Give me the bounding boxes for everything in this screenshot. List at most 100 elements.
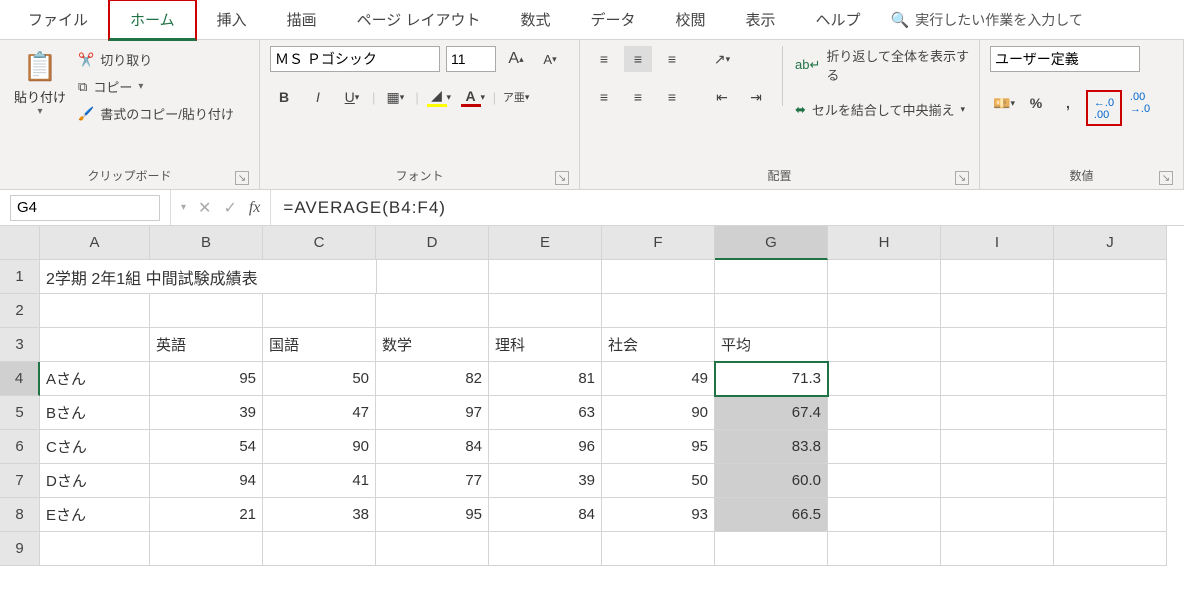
cancel-icon[interactable]: ✕ — [198, 198, 211, 218]
cell[interactable]: 数学 — [376, 328, 489, 362]
tab-page-layout[interactable]: ページ レイアウト — [337, 1, 501, 38]
cell[interactable]: 39 — [489, 464, 602, 498]
tab-file[interactable]: ファイル — [8, 1, 108, 38]
formula-dropdown-icon[interactable]: ▾ — [181, 202, 186, 213]
cell[interactable]: 96 — [489, 430, 602, 464]
cell[interactable]: 77 — [376, 464, 489, 498]
cell[interactable]: Dさん — [40, 464, 150, 498]
cell[interactable]: 47 — [263, 396, 376, 430]
cell[interactable]: 97 — [376, 396, 489, 430]
row-header[interactable]: 2 — [0, 294, 40, 328]
cell[interactable] — [1054, 328, 1167, 362]
tab-draw[interactable]: 描画 — [267, 1, 337, 38]
dialog-launcher-icon[interactable]: ↘ — [955, 171, 969, 185]
cell[interactable]: 38 — [263, 498, 376, 532]
cell[interactable] — [1054, 532, 1167, 566]
cell[interactable] — [941, 498, 1054, 532]
col-header-A[interactable]: A — [40, 226, 150, 260]
row-header[interactable]: 7 — [0, 464, 40, 498]
fill-color-button[interactable]: ◢▾ — [425, 84, 453, 110]
cell[interactable]: 21 — [150, 498, 263, 532]
decrease-indent-button[interactable]: ⇤ — [708, 84, 736, 110]
cell[interactable] — [602, 294, 715, 328]
cell[interactable]: Bさん — [40, 396, 150, 430]
col-header-I[interactable]: I — [941, 226, 1054, 260]
cell[interactable] — [941, 328, 1054, 362]
cell[interactable]: 社会 — [602, 328, 715, 362]
col-header-G[interactable]: G — [715, 226, 828, 260]
cell[interactable]: 81 — [489, 362, 602, 396]
cell[interactable] — [828, 362, 941, 396]
orientation-button[interactable]: ↗▾ — [708, 46, 736, 72]
enter-icon[interactable]: ✓ — [223, 198, 236, 218]
cell[interactable]: 93 — [602, 498, 715, 532]
col-header-E[interactable]: E — [489, 226, 602, 260]
cell[interactable]: 84 — [489, 498, 602, 532]
cell[interactable]: 94 — [150, 464, 263, 498]
cell[interactable] — [489, 532, 602, 566]
col-header-D[interactable]: D — [376, 226, 489, 260]
tab-view[interactable]: 表示 — [726, 1, 796, 38]
cell[interactable] — [828, 294, 941, 328]
cell[interactable] — [602, 532, 715, 566]
increase-indent-button[interactable]: ⇥ — [742, 84, 770, 110]
cell[interactable]: 英語 — [150, 328, 263, 362]
cell[interactable] — [715, 532, 828, 566]
col-header-B[interactable]: B — [150, 226, 263, 260]
cell[interactable]: 49 — [602, 362, 715, 396]
format-painter-button[interactable]: 🖌️ 書式のコピー/貼り付け — [78, 104, 234, 123]
tab-data[interactable]: データ — [571, 1, 656, 38]
cell[interactable] — [828, 396, 941, 430]
cell[interactable]: 95 — [150, 362, 263, 396]
cell[interactable] — [1054, 396, 1167, 430]
border-button[interactable]: ▦▾ — [381, 84, 409, 110]
cell[interactable]: 41 — [263, 464, 376, 498]
cell[interactable] — [40, 532, 150, 566]
cell[interactable] — [828, 260, 941, 294]
align-right-button[interactable]: ≡ — [658, 84, 686, 110]
formula-input[interactable]: =AVERAGE(B4:F4) — [271, 198, 1184, 218]
cell[interactable]: 63 — [489, 396, 602, 430]
cell[interactable]: 95 — [376, 498, 489, 532]
decrease-font-button[interactable]: A▾ — [536, 46, 564, 72]
cell[interactable]: 39 — [150, 396, 263, 430]
number-format-select[interactable] — [990, 46, 1140, 72]
merge-center-button[interactable]: ⬌ セルを結合して中央揃え ▾ — [795, 100, 969, 119]
font-name-select[interactable] — [270, 46, 440, 72]
row-header[interactable]: 6 — [0, 430, 40, 464]
cell[interactable] — [941, 362, 1054, 396]
row-header[interactable]: 3 — [0, 328, 40, 362]
cell[interactable] — [1054, 464, 1167, 498]
tab-insert[interactable]: 挿入 — [197, 1, 267, 38]
increase-decimal-button[interactable]: ←.0.00 — [1090, 96, 1118, 122]
cell[interactable]: 95 — [602, 430, 715, 464]
cell[interactable]: 50 — [263, 362, 376, 396]
fx-icon[interactable]: fx — [249, 199, 261, 217]
cell[interactable] — [941, 294, 1054, 328]
cell[interactable] — [828, 328, 941, 362]
cell[interactable] — [376, 294, 489, 328]
cell[interactable]: 平均 — [715, 328, 828, 362]
cell[interactable] — [150, 294, 263, 328]
cell[interactable]: 国語 — [263, 328, 376, 362]
cell[interactable]: Aさん — [40, 362, 150, 396]
cell[interactable] — [1054, 498, 1167, 532]
cell[interactable]: 66.5 — [715, 498, 828, 532]
dialog-launcher-icon[interactable]: ↘ — [1159, 171, 1173, 185]
cell[interactable]: 50 — [602, 464, 715, 498]
cell[interactable]: 84 — [376, 430, 489, 464]
cell[interactable] — [941, 464, 1054, 498]
cell[interactable] — [376, 532, 489, 566]
cell[interactable] — [376, 260, 489, 294]
cell[interactable] — [941, 260, 1054, 294]
cell[interactable]: 67.4 — [715, 396, 828, 430]
row-header[interactable]: 8 — [0, 498, 40, 532]
cell[interactable] — [941, 532, 1054, 566]
paste-button[interactable]: 📋 貼り付け ▾ — [10, 46, 70, 121]
percent-button[interactable]: % — [1022, 90, 1050, 116]
col-header-F[interactable]: F — [602, 226, 715, 260]
copy-button[interactable]: ⧉ コピー ▾ — [78, 77, 234, 96]
cell[interactable] — [941, 396, 1054, 430]
cell[interactable] — [40, 328, 150, 362]
cell[interactable]: 60.0 — [715, 464, 828, 498]
